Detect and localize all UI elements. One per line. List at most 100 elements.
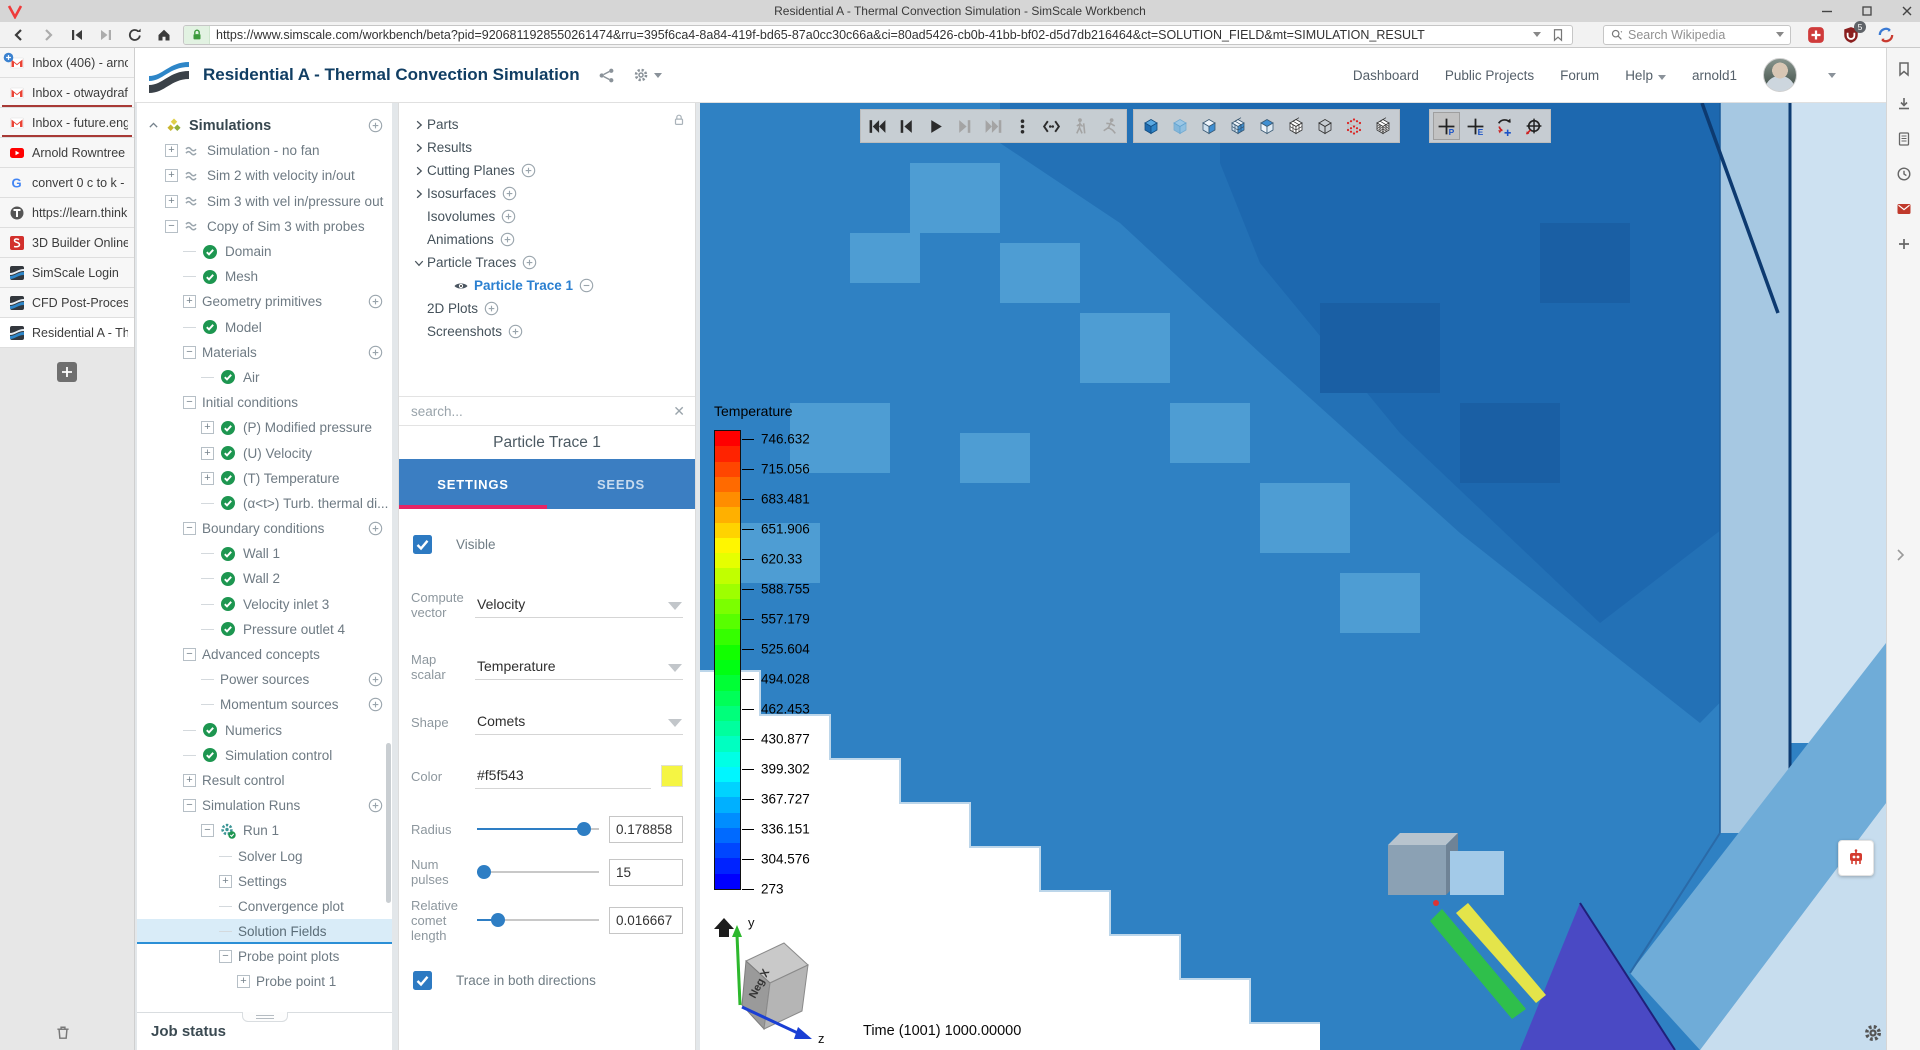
tree-item-p-modified-pressure[interactable]: + (P) Modified pressure bbox=[137, 415, 392, 440]
share-icon[interactable] bbox=[598, 67, 615, 84]
tab-seeds[interactable]: SEEDS bbox=[547, 459, 695, 509]
relative-comet-length-slider[interactable] bbox=[477, 913, 599, 927]
tree-item-u-velocity[interactable]: + (U) Velocity bbox=[137, 440, 392, 465]
browser-tab-arnold-rowntree-y[interactable]: Arnold Rowntree - Y bbox=[0, 138, 134, 168]
reading-list-panel-icon[interactable] bbox=[1895, 130, 1913, 148]
nav-help[interactable]: Help bbox=[1625, 68, 1666, 83]
post-item-particle-traces[interactable]: Particle Traces bbox=[399, 251, 695, 274]
tree-item-mesh[interactable]: Mesh bbox=[137, 264, 392, 289]
post-item-particle-trace-1[interactable]: Particle Trace 1 bbox=[399, 274, 695, 297]
post-item-cutting-planes[interactable]: Cutting Planes bbox=[399, 159, 695, 182]
tree-item-solution-fields[interactable]: Solution Fields bbox=[137, 919, 392, 945]
minimize-button[interactable] bbox=[1820, 4, 1834, 18]
home-button[interactable] bbox=[153, 25, 175, 45]
tree-item-simulation-no-fan[interactable]: + Simulation - no fan bbox=[137, 138, 392, 163]
tree-item-initial-conditions[interactable]: − Initial conditions bbox=[137, 390, 392, 415]
adblock-extension-icon[interactable] bbox=[1807, 26, 1825, 44]
tree-item-t-temperature[interactable]: + (T) Temperature bbox=[137, 466, 392, 491]
add-button[interactable] bbox=[368, 294, 383, 309]
user-avatar[interactable] bbox=[1763, 58, 1797, 92]
tree-item-geometry-primitives[interactable]: + Geometry primitives bbox=[137, 289, 392, 314]
browser-search-box[interactable]: Search Wikipedia bbox=[1603, 24, 1791, 45]
post-item-isovolumes[interactable]: Isovolumes bbox=[399, 205, 695, 228]
post-item-isosurfaces[interactable]: Isosurfaces bbox=[399, 182, 695, 205]
collapse-icon[interactable]: − bbox=[219, 950, 232, 964]
skip-start-button[interactable] bbox=[864, 112, 891, 140]
tree-item-convergence-plot[interactable]: Convergence plot bbox=[137, 894, 392, 919]
browser-tab-3d-builder-online-s[interactable]: 3D Builder Online S bbox=[0, 228, 134, 258]
tree-item-pressure-outlet-4[interactable]: Pressure outlet 4 bbox=[137, 617, 392, 642]
url-text[interactable]: https://www.simscale.com/workbench/beta?… bbox=[210, 28, 1533, 42]
visibility-eye-icon[interactable] bbox=[453, 278, 469, 294]
expand-icon[interactable]: + bbox=[165, 169, 178, 183]
tree-item-wall-1[interactable]: Wall 1 bbox=[137, 541, 392, 566]
download-panel-icon[interactable] bbox=[1895, 95, 1913, 113]
expand-icon[interactable]: + bbox=[219, 874, 232, 888]
url-dropdown-caret[interactable] bbox=[1533, 32, 1541, 37]
remove-icon[interactable] bbox=[579, 278, 594, 293]
tree-item-probe-point-plots[interactable]: − Probe point plots bbox=[137, 944, 392, 969]
tree-item-result-control[interactable]: + Result control bbox=[137, 768, 392, 793]
url-bar[interactable]: https://www.simscale.com/workbench/beta?… bbox=[183, 24, 1573, 45]
tree-item-advanced-concepts[interactable]: − Advanced concepts bbox=[137, 642, 392, 667]
nav-public-projects[interactable]: Public Projects bbox=[1445, 68, 1534, 83]
tab-settings[interactable]: SETTINGS bbox=[399, 459, 547, 509]
browser-tab-inbox-future-engin[interactable]: Inbox - future.engin bbox=[0, 108, 134, 138]
expand-icon[interactable]: + bbox=[165, 144, 178, 158]
tree-item-sim-3-with-vel-in-pressure-out[interactable]: + Sim 3 with vel in/pressure out bbox=[137, 189, 392, 214]
trace-both-directions-checkbox[interactable] bbox=[413, 970, 432, 990]
search-placeholder[interactable]: Search Wikipedia bbox=[1623, 28, 1776, 42]
expand-icon[interactable]: + bbox=[201, 471, 214, 485]
panel-drag-handle[interactable] bbox=[241, 1012, 288, 1022]
cube-wireframe-button[interactable] bbox=[1311, 112, 1338, 140]
relative-comet-length-input[interactable] bbox=[609, 906, 683, 934]
skip-end-button[interactable] bbox=[980, 112, 1007, 140]
sync-extension-icon[interactable] bbox=[1877, 26, 1895, 44]
tree-item-domain[interactable]: Domain bbox=[137, 239, 392, 264]
add-icon[interactable] bbox=[502, 186, 517, 201]
project-settings-gear-icon[interactable] bbox=[633, 67, 662, 83]
expand-icon[interactable]: + bbox=[183, 295, 196, 309]
chevron-right-icon[interactable] bbox=[413, 165, 427, 177]
tree-item-power-sources[interactable]: Power sources bbox=[137, 667, 392, 692]
new-tab-button[interactable] bbox=[57, 362, 77, 382]
tree-item-simulation-control[interactable]: Simulation control bbox=[137, 743, 392, 768]
tree-item-boundary-conditions[interactable]: − Boundary conditions bbox=[137, 516, 392, 541]
tree-item-simulations[interactable]: Simulations bbox=[137, 113, 392, 138]
play-button[interactable] bbox=[922, 112, 949, 140]
add-icon[interactable] bbox=[484, 301, 499, 316]
tree-item-materials[interactable]: − Materials bbox=[137, 340, 392, 365]
chevron-down-icon[interactable] bbox=[413, 257, 427, 269]
collapse-icon[interactable]: − bbox=[183, 522, 196, 536]
viewport-settings-gear-icon[interactable] bbox=[1863, 1023, 1883, 1043]
mail-panel-icon[interactable] bbox=[1895, 200, 1913, 218]
tree-item-settings[interactable]: + Settings bbox=[137, 869, 392, 894]
trace-path-button[interactable] bbox=[1038, 112, 1065, 140]
add-button[interactable] bbox=[368, 798, 383, 813]
map-scalar-select[interactable]: Temperature bbox=[475, 654, 683, 680]
add-panel-panel-icon[interactable] bbox=[1895, 235, 1913, 253]
expand-icon[interactable]: + bbox=[237, 975, 250, 989]
cube-shaded-button[interactable] bbox=[1253, 112, 1280, 140]
reload-button[interactable] bbox=[124, 25, 146, 45]
cube-surface-grid-button[interactable] bbox=[1224, 112, 1251, 140]
step-back-button[interactable] bbox=[893, 112, 920, 140]
add-icon[interactable] bbox=[501, 209, 516, 224]
post-item-screenshots[interactable]: Screenshots bbox=[399, 320, 695, 343]
search-input[interactable] bbox=[409, 402, 674, 420]
pick-point-button[interactable]: P bbox=[1433, 112, 1460, 140]
tree-item-simulation-runs[interactable]: − Simulation Runs bbox=[137, 793, 392, 818]
compute-vector-select[interactable]: Velocity bbox=[475, 592, 683, 618]
expand-icon[interactable]: + bbox=[201, 421, 214, 435]
expand-icon[interactable]: + bbox=[183, 773, 196, 787]
tree-scrollbar[interactable] bbox=[386, 743, 391, 903]
maximize-button[interactable] bbox=[1860, 4, 1874, 18]
tree-item-solver-log[interactable]: Solver Log bbox=[137, 843, 392, 868]
tree-item-model[interactable]: Model bbox=[137, 315, 392, 340]
more-vertical-button[interactable] bbox=[1009, 112, 1036, 140]
add-button[interactable] bbox=[368, 345, 383, 360]
post-item-results[interactable]: Results bbox=[399, 136, 695, 159]
post-item-2d-plots[interactable]: 2D Plots bbox=[399, 297, 695, 320]
walk-probe-button[interactable] bbox=[1067, 112, 1094, 140]
cube-mesh-button[interactable] bbox=[1282, 112, 1309, 140]
